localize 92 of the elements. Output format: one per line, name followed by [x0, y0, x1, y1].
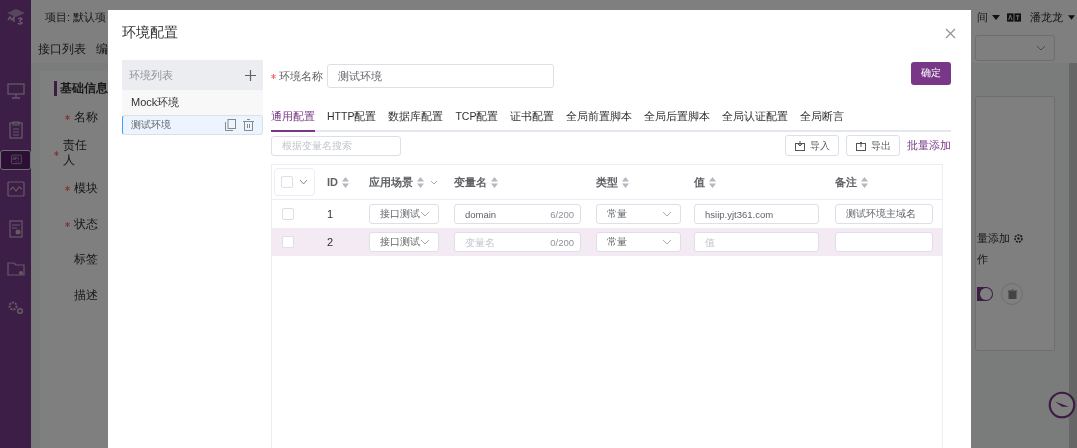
environment-name-field[interactable]: 测试环境	[327, 64, 554, 88]
type-select[interactable]: 常量	[596, 204, 681, 224]
project-name[interactable]: 项目: 默认项	[45, 10, 107, 25]
scrollbar[interactable]	[1069, 63, 1077, 448]
sort-icon[interactable]	[709, 176, 716, 188]
page-tab[interactable]: 接口列表	[38, 41, 86, 57]
field-label: 责任人	[62, 138, 88, 169]
column-header[interactable]: 应用场景	[369, 174, 413, 190]
gears-icon	[6, 300, 25, 317]
copy-icon[interactable]	[225, 119, 236, 131]
batch-add-link[interactable]: 批量添加	[907, 138, 951, 153]
confirm-button[interactable]: 确定	[911, 61, 951, 85]
toggle-switch[interactable]	[977, 287, 993, 301]
field-label: 模块	[74, 181, 98, 197]
variable-name-input[interactable]: domain	[465, 208, 525, 220]
compass-icon[interactable]	[1048, 391, 1076, 419]
type-select[interactable]: 常量	[596, 232, 681, 252]
value-field[interactable]: 值	[694, 232, 819, 252]
table-cell: 2	[327, 236, 334, 248]
scene-select[interactable]: 接口测试	[369, 204, 439, 224]
chevron-down-icon	[299, 179, 308, 185]
tab[interactable]: HTTP配置	[327, 108, 377, 132]
table-cell: 1	[327, 208, 334, 220]
workspace-menu[interactable]: 间	[977, 10, 988, 25]
tab[interactable]: 证书配置	[510, 108, 555, 132]
environment-item[interactable]: Mock环境	[122, 90, 263, 115]
export-button[interactable]: 导出	[846, 135, 900, 156]
caret-icon	[992, 15, 1000, 20]
field-label: 名称	[74, 110, 98, 126]
close-icon[interactable]	[945, 27, 956, 39]
variable-name-field[interactable]: domain 6/200	[454, 204, 581, 224]
report-icon	[8, 220, 23, 239]
tab[interactable]: 全局断言	[800, 108, 845, 132]
column-header: 作	[977, 252, 988, 267]
logo-icon	[4, 8, 27, 28]
checkbox[interactable]	[282, 208, 294, 220]
field-label: 环境名称	[279, 68, 323, 84]
select-field[interactable]	[975, 35, 1055, 61]
chart-icon	[6, 180, 25, 199]
dialog-title: 环境配置	[122, 24, 178, 42]
trash-icon[interactable]	[243, 119, 254, 131]
tab[interactable]: 全局认证配置	[722, 108, 789, 132]
environment-item[interactable]: 测试环境	[122, 115, 263, 135]
monitor-icon	[6, 82, 25, 99]
export-icon	[856, 140, 866, 151]
field-label: 描述	[74, 287, 98, 303]
value-field[interactable]: hsiip.yjt361.com	[694, 204, 819, 224]
chevron-down-icon	[662, 239, 672, 245]
table-row[interactable]: 1 接口测试 domain 6/200 常量 hsiip.yjt361.com 测试环境主域名	[272, 200, 942, 228]
column-header[interactable]: ID	[327, 176, 338, 188]
column-header[interactable]: 值	[694, 174, 705, 190]
tab[interactable]: TCP配置	[455, 108, 499, 132]
select-all-dropdown[interactable]	[274, 168, 315, 196]
add-icon[interactable]	[245, 69, 256, 81]
chevron-down-icon	[420, 239, 430, 245]
chevron-down-icon	[662, 211, 672, 217]
note-field[interactable]: 测试环境主域名	[835, 204, 933, 224]
character-count: 0/200	[550, 236, 574, 248]
checkbox[interactable]	[282, 236, 294, 248]
column-header[interactable]: 变量名	[454, 174, 487, 190]
tab[interactable]: 全局后置脚本	[644, 108, 711, 132]
language-icon[interactable]	[1007, 13, 1021, 22]
list-title: 环境列表	[129, 67, 173, 83]
user-menu[interactable]: 潘龙龙	[1030, 10, 1063, 25]
checkbox[interactable]	[281, 176, 293, 188]
sort-icon[interactable]	[861, 176, 868, 188]
batch-add-link[interactable]: 量添加	[977, 231, 1010, 246]
trash-icon	[1007, 289, 1017, 299]
nav-item[interactable]	[0, 150, 31, 170]
settings-icon[interactable]	[1013, 233, 1024, 244]
tab[interactable]: 数据库配置	[388, 108, 444, 132]
chevron-down-icon	[1036, 45, 1046, 51]
sort-filter-icon[interactable]	[417, 176, 438, 188]
tab[interactable]: 通用配置	[271, 108, 315, 132]
import-icon	[795, 140, 805, 151]
import-button[interactable]: 导入	[785, 135, 839, 156]
scene-select[interactable]: 接口测试	[369, 232, 439, 252]
caret-icon	[1068, 15, 1075, 20]
sort-icon[interactable]	[622, 176, 629, 188]
folder-icon	[6, 260, 25, 277]
character-count: 6/200	[550, 208, 574, 220]
column-header[interactable]: 备注	[835, 174, 857, 190]
field-label: 标签	[74, 252, 98, 268]
page-tab[interactable]: 编	[96, 41, 108, 57]
sort-icon[interactable]	[491, 176, 498, 188]
clipboard-icon	[8, 121, 23, 140]
tab[interactable]: 全局前置脚本	[566, 108, 633, 132]
sort-icon[interactable]	[342, 176, 349, 188]
chevron-down-icon	[420, 211, 430, 217]
field-label: 状态	[74, 216, 98, 232]
column-header[interactable]: 类型	[596, 174, 618, 190]
note-field[interactable]	[835, 232, 933, 252]
